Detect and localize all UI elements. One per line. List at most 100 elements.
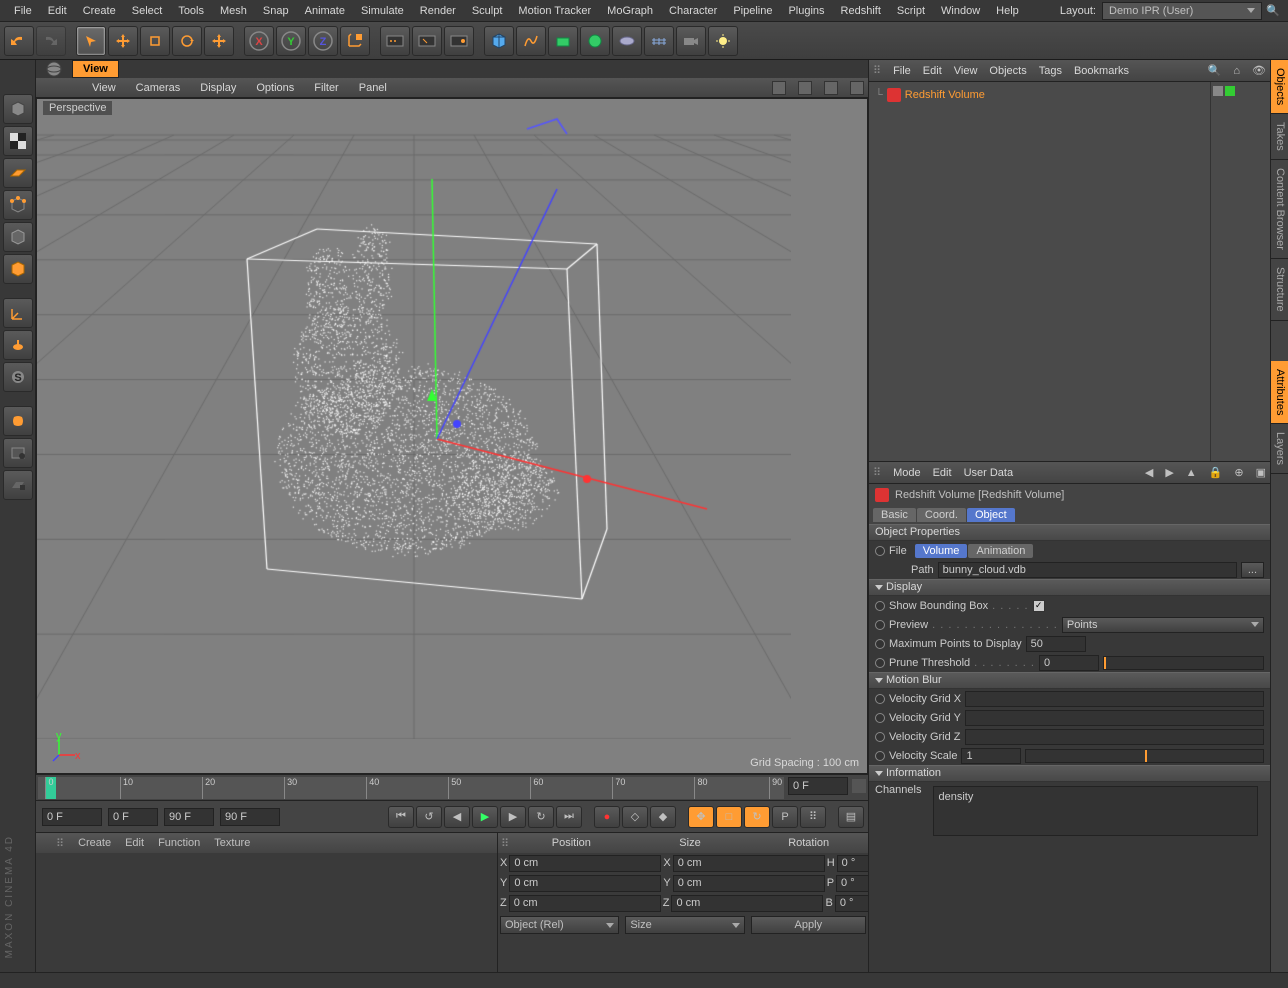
vis-editor-icon[interactable] (1213, 86, 1223, 96)
attr-tab-basic[interactable]: Basic (873, 508, 916, 522)
vmenu-view[interactable]: View (88, 80, 120, 96)
vgy-field[interactable] (965, 710, 1264, 726)
next-frame-button[interactable]: ▶ (500, 806, 526, 828)
attr-mode[interactable]: Mode (893, 467, 921, 479)
prune-field[interactable] (1039, 655, 1099, 671)
bbox-checkbox[interactable]: ✓ (1033, 600, 1045, 612)
om-search-icon[interactable]: 🔍 (1208, 64, 1222, 77)
scale-button[interactable] (140, 26, 170, 56)
menu-plugins[interactable]: Plugins (780, 2, 832, 20)
size-mode-dropdown[interactable]: Size (625, 916, 744, 934)
menu-mograph[interactable]: MoGraph (599, 2, 661, 20)
range-start-field[interactable] (108, 808, 158, 826)
menu-file[interactable]: File (6, 2, 40, 20)
display-section-header[interactable]: Display (869, 579, 1270, 596)
vgx-field[interactable] (965, 691, 1264, 707)
rtab-content[interactable]: Content Browser (1271, 160, 1288, 259)
om-eye-icon[interactable]: 👁 (1252, 64, 1266, 77)
vmenu-options[interactable]: Options (252, 80, 298, 96)
prev-key-button[interactable]: ↺ (416, 806, 442, 828)
light-button[interactable] (708, 26, 738, 56)
mat-create[interactable]: Create (78, 837, 111, 849)
vnav-rotate-icon[interactable] (824, 81, 838, 95)
key-rot-button[interactable]: ↻ (744, 806, 770, 828)
menu-snap[interactable]: Snap (255, 2, 297, 20)
attr-popup-icon[interactable]: ▣ (1256, 466, 1266, 479)
viewport[interactable]: Perspective Grid Spacing : 100 cm yx (36, 98, 868, 774)
coord-mode-dropdown[interactable]: Object (Rel) (500, 916, 619, 934)
pos-x-field[interactable] (509, 855, 661, 872)
redo-button[interactable] (36, 26, 66, 56)
vmenu-cameras[interactable]: Cameras (132, 80, 185, 96)
tweak-button[interactable] (3, 330, 33, 360)
spline-button[interactable] (516, 26, 546, 56)
key-pla-button[interactable]: ⠿ (800, 806, 826, 828)
menu-script[interactable]: Script (889, 2, 933, 20)
camera-button[interactable] (676, 26, 706, 56)
menu-window[interactable]: Window (933, 2, 988, 20)
axis-button[interactable] (3, 298, 33, 328)
range-end-field[interactable] (164, 808, 214, 826)
point-mode-button[interactable] (3, 190, 33, 220)
information-header[interactable]: Information (869, 765, 1270, 782)
menu-tools[interactable]: Tools (170, 2, 212, 20)
timeline-end-field[interactable] (788, 777, 848, 795)
menu-sculpt[interactable]: Sculpt (464, 2, 511, 20)
poly-mode-button[interactable] (3, 254, 33, 284)
browse-button[interactable]: ... (1241, 562, 1264, 578)
vnav-layout-icon[interactable] (850, 81, 864, 95)
prune-slider[interactable] (1103, 656, 1264, 670)
render-view-button[interactable] (380, 26, 410, 56)
key-param-button[interactable]: P (772, 806, 798, 828)
model-mode-button[interactable] (3, 94, 33, 124)
undo-button[interactable] (4, 26, 34, 56)
preview-dropdown[interactable]: Points (1062, 617, 1264, 633)
motion-blur-header[interactable]: Motion Blur (869, 672, 1270, 689)
current-frame-field[interactable] (42, 808, 102, 826)
goto-start-button[interactable]: ⏮ (388, 806, 414, 828)
rtab-takes[interactable]: Takes (1271, 114, 1288, 160)
snap-button[interactable]: S (3, 362, 33, 392)
prev-frame-button[interactable]: ◀ (444, 806, 470, 828)
size-y-field[interactable] (673, 875, 825, 892)
attr-lock-icon[interactable]: 🔒 (1209, 466, 1223, 479)
size-x-field[interactable] (673, 855, 825, 872)
x-axis-button[interactable]: X (244, 26, 274, 56)
rotate-button[interactable] (172, 26, 202, 56)
soft-select-button[interactable] (3, 406, 33, 436)
size-z-field[interactable] (671, 895, 823, 912)
subtab-volume[interactable]: Volume (915, 544, 968, 558)
attr-fwd-icon[interactable]: ▶ (1165, 466, 1173, 479)
attr-tab-coord[interactable]: Coord. (917, 508, 966, 522)
end-frame-field[interactable] (220, 808, 280, 826)
maxpts-field[interactable] (1026, 636, 1086, 652)
mat-texture[interactable]: Texture (214, 837, 250, 849)
floor-button[interactable] (644, 26, 674, 56)
view-tab[interactable]: View (72, 60, 119, 78)
next-key-button[interactable]: ↻ (528, 806, 554, 828)
menu-pipeline[interactable]: Pipeline (725, 2, 780, 20)
om-tags[interactable]: Tags (1039, 65, 1062, 77)
key-pos-button[interactable]: ✥ (688, 806, 714, 828)
pos-y-field[interactable] (509, 875, 661, 892)
menu-character[interactable]: Character (661, 2, 725, 20)
timeline-config-icon[interactable] (852, 779, 866, 793)
viewport-solo-button[interactable] (3, 438, 33, 468)
play-button[interactable]: ▶ (472, 806, 498, 828)
workplane-button[interactable] (3, 158, 33, 188)
rtab-attributes[interactable]: Attributes (1271, 361, 1288, 424)
om-home-icon[interactable]: ⌂ (1233, 65, 1240, 77)
menu-render[interactable]: Render (412, 2, 464, 20)
y-axis-button[interactable]: Y (276, 26, 306, 56)
cube-primitive-button[interactable] (484, 26, 514, 56)
coord-system-button[interactable] (340, 26, 370, 56)
rtab-structure[interactable]: Structure (1271, 259, 1288, 321)
vgz-field[interactable] (965, 729, 1264, 745)
goto-end-button[interactable]: ⏭ (556, 806, 582, 828)
mat-edit[interactable]: Edit (125, 837, 144, 849)
texture-mode-button[interactable] (3, 126, 33, 156)
vis-render-icon[interactable] (1225, 86, 1235, 96)
key-scale-button[interactable]: □ (716, 806, 742, 828)
vmenu-filter[interactable]: Filter (310, 80, 342, 96)
key-options-button[interactable]: ▤ (838, 806, 864, 828)
